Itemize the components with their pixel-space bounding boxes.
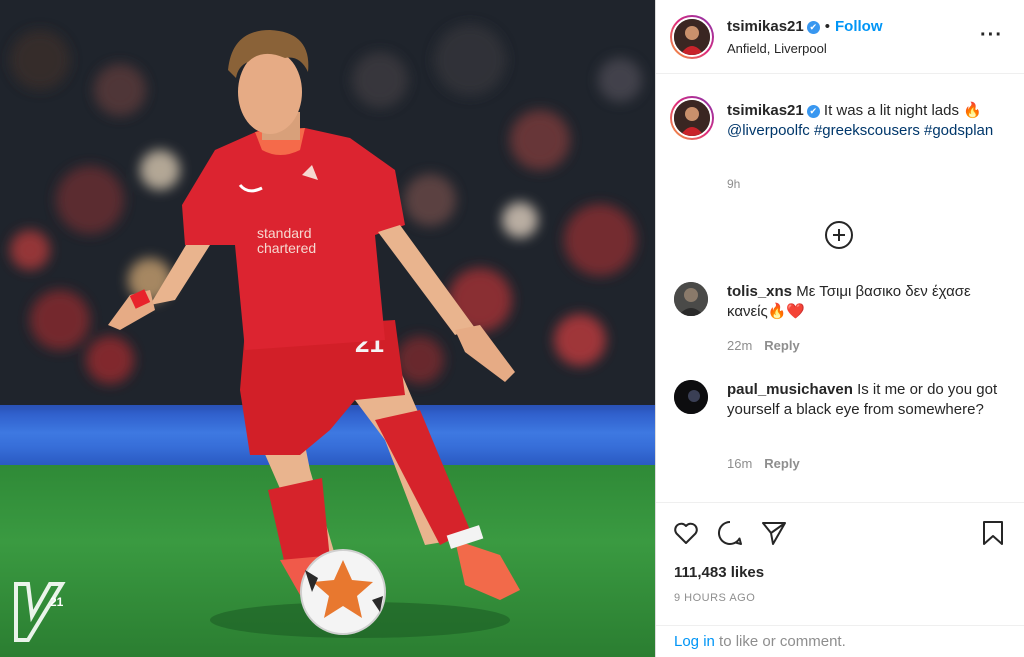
verified-icon: ✔ xyxy=(806,105,820,118)
share-icon[interactable] xyxy=(760,519,788,547)
reply-button[interactable]: Reply xyxy=(764,456,799,471)
caption-hashtag-link[interactable]: #greekscousers xyxy=(814,122,920,139)
comment-meta: 22m Reply xyxy=(727,338,800,353)
comment-username[interactable]: paul_musichaven xyxy=(727,381,853,398)
svg-text:21: 21 xyxy=(50,595,64,609)
bookmark-icon[interactable] xyxy=(979,519,1007,547)
login-link[interactable]: Log in xyxy=(674,633,715,650)
separator-dot: • xyxy=(824,18,830,35)
comment-icon[interactable] xyxy=(716,519,744,547)
comment-item: paul_musichaven Is it me or do you got y… xyxy=(727,380,1012,420)
svg-text:standard: standard xyxy=(257,225,311,241)
svg-text:chartered: chartered xyxy=(257,240,316,256)
commenter-avatar[interactable] xyxy=(674,380,708,414)
caption-time: 9h xyxy=(727,177,741,191)
player-illustration: 21 standard chartered xyxy=(108,30,520,638)
heart-icon[interactable] xyxy=(672,519,700,547)
add-comment-icon[interactable] xyxy=(825,221,853,249)
post-timestamp: 9 HOURS AGO xyxy=(674,592,756,604)
caption-text: It was a lit night lads 🔥 xyxy=(823,102,982,119)
post-actions: 111,483 likes 9 HOURS AGO Log in to like… xyxy=(656,502,1024,657)
likes-count[interactable]: 111,483 likes xyxy=(674,564,764,581)
post-header: tsimikas21 ✔ • Follow Anfield, Liverpool ··… xyxy=(656,0,1024,74)
login-prompt: Log in to like or comment. xyxy=(656,625,1024,657)
commenter-avatar[interactable] xyxy=(674,282,708,316)
author-username[interactable]: tsimikas21 xyxy=(727,18,804,35)
login-prompt-text: to like or comment. xyxy=(714,633,846,650)
post-location[interactable]: Anfield, Liverpool xyxy=(727,41,827,56)
verified-icon: ✔ xyxy=(806,21,820,34)
photographer-logo-watermark: 21 xyxy=(14,582,66,642)
post-photo[interactable]: 21 standard chartered 21 xyxy=(0,0,655,657)
comment-meta: 16m Reply xyxy=(727,456,800,471)
caption-mention-link[interactable]: @liverpoolfc xyxy=(727,122,810,139)
comment-time: 16m xyxy=(727,456,753,471)
follow-button[interactable]: Follow xyxy=(835,18,883,35)
reply-button[interactable]: Reply xyxy=(764,338,799,353)
author-avatar[interactable] xyxy=(670,15,714,59)
caption-hashtag-link[interactable]: #godsplan xyxy=(924,122,993,139)
post-sidebar: tsimikas21 ✔ • Follow Anfield, Liverpool ··… xyxy=(655,0,1024,657)
comment-item: tolis_xns Με Τσιμι βασικο δεν έχασε κανε… xyxy=(727,282,1012,322)
more-options-icon[interactable]: ··· xyxy=(980,24,1003,47)
caption-author-avatar[interactable] xyxy=(670,96,714,140)
comment-time: 22m xyxy=(727,338,753,353)
post-caption: tsimikas21 ✔ It was a lit night lads 🔥 @l… xyxy=(727,101,1012,141)
comment-username[interactable]: tolis_xns xyxy=(727,283,792,300)
caption-username[interactable]: tsimikas21 xyxy=(727,102,804,119)
